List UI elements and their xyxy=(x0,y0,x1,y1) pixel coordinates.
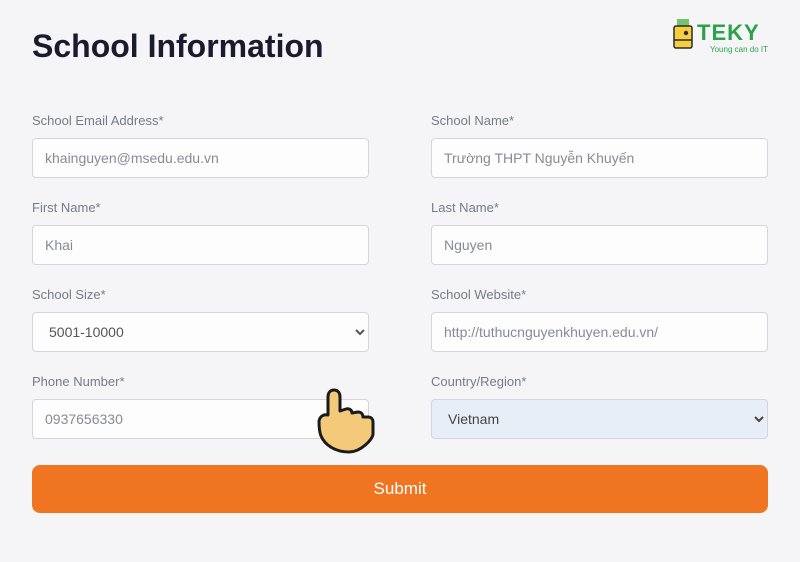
phone-field: Phone Number* xyxy=(32,374,369,439)
teky-logo: TEKY Young can do IT xyxy=(672,10,782,63)
last-name-field: Last Name* xyxy=(431,200,768,265)
school-size-field: School Size* 5001-10000 xyxy=(32,287,369,352)
last-name-label: Last Name* xyxy=(431,200,768,215)
page-title: School Information xyxy=(32,28,324,65)
school-website-field: School Website* xyxy=(431,287,768,352)
submit-button[interactable]: Submit xyxy=(32,465,768,513)
country-field: Country/Region* Vietnam xyxy=(431,374,768,439)
phone-label: Phone Number* xyxy=(32,374,369,389)
school-email-label: School Email Address* xyxy=(32,113,369,128)
country-label: Country/Region* xyxy=(431,374,768,389)
school-name-field: School Name* xyxy=(431,113,768,178)
school-name-input[interactable] xyxy=(431,138,768,178)
school-name-label: School Name* xyxy=(431,113,768,128)
school-size-select[interactable]: 5001-10000 xyxy=(32,312,369,352)
school-website-input[interactable] xyxy=(431,312,768,352)
country-select[interactable]: Vietnam xyxy=(431,399,768,439)
school-website-label: School Website* xyxy=(431,287,768,302)
first-name-label: First Name* xyxy=(32,200,369,215)
phone-input[interactable] xyxy=(32,399,369,439)
school-email-input[interactable] xyxy=(32,138,369,178)
first-name-input[interactable] xyxy=(32,225,369,265)
school-size-label: School Size* xyxy=(32,287,369,302)
first-name-field: First Name* xyxy=(32,200,369,265)
school-info-form: School Email Address* School Name* First… xyxy=(32,113,768,439)
svg-text:Young can do IT: Young can do IT xyxy=(710,45,768,54)
school-email-field: School Email Address* xyxy=(32,113,369,178)
svg-text:TEKY: TEKY xyxy=(697,20,760,45)
last-name-input[interactable] xyxy=(431,225,768,265)
